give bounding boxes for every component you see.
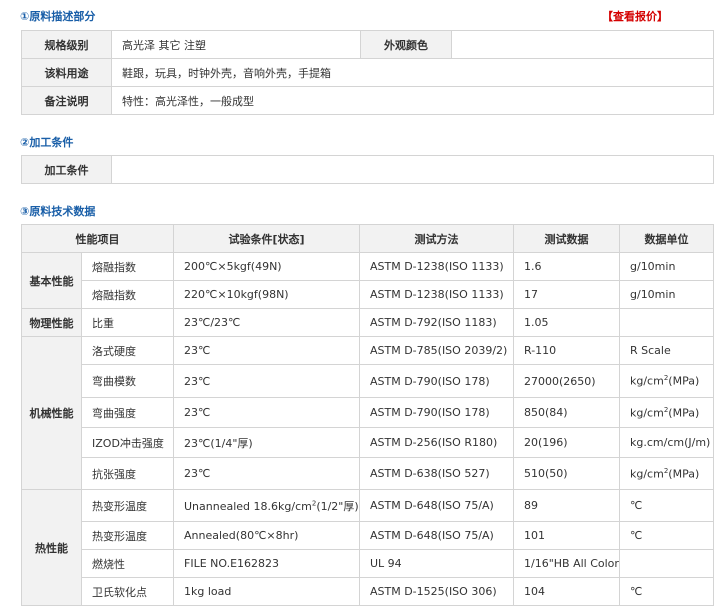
group-physical: 物理性能	[21, 308, 82, 337]
section3-title: ③原料技术数据	[20, 205, 96, 218]
header-value: 测试数据	[513, 224, 620, 253]
row-condition: 23℃	[173, 397, 360, 428]
color-value	[451, 30, 714, 59]
row-method: ASTM D-648(ISO 75/A)	[359, 521, 514, 550]
row-value: 89	[513, 489, 620, 522]
row-item: 比重	[81, 308, 174, 337]
group-basic: 基本性能	[21, 252, 82, 309]
row-method: ASTM D-638(ISO 527)	[359, 457, 514, 490]
row-value: 510(50)	[513, 457, 620, 490]
row-value: 20(196)	[513, 427, 620, 458]
row-value: 1/16"HB All Color	[513, 549, 620, 578]
row-item: 熔融指数	[81, 252, 174, 281]
row-condition: 23℃	[173, 457, 360, 490]
row-unit: R Scale	[619, 336, 714, 365]
note-value: 特性：高光泽性，一般成型	[111, 86, 714, 115]
row-value: 850(84)	[513, 397, 620, 428]
processing-label: 加工条件	[21, 155, 112, 184]
row-condition: 23℃	[173, 336, 360, 365]
use-value: 鞋跟，玩具，时钟外壳，音响外壳，手提箱	[111, 58, 714, 87]
row-unit: ℃	[619, 489, 714, 522]
row-item: 热变形温度	[81, 489, 174, 522]
row-item: 弯曲强度	[81, 397, 174, 428]
row-method: ASTM D-256(ISO R180)	[359, 427, 514, 458]
technical-data-table: 性能项目 试验条件[状态] 测试方法 测试数据 数据单位 基本性能 熔融指数 2…	[21, 224, 714, 606]
row-value: 17	[513, 280, 620, 309]
row-unit: g/10min	[619, 252, 714, 281]
spec-label: 规格级别	[21, 30, 112, 59]
header-property: 性能项目	[21, 224, 174, 253]
table-row: 物理性能 比重 23℃/23℃ ASTM D-792(ISO 1183) 1.0…	[21, 308, 714, 337]
row-item: 抗张强度	[81, 457, 174, 490]
row-value: 101	[513, 521, 620, 550]
table-row: 卫氏软化点 1kg load ASTM D-1525(ISO 306) 104 …	[22, 577, 714, 606]
quote-link[interactable]: 【查看报价】	[602, 8, 668, 24]
section1-title: ①原料描述部分	[20, 10, 96, 23]
table-row: 弯曲模数 23℃ ASTM D-790(ISO 178) 27000(2650)…	[22, 364, 714, 398]
row-condition: Unannealed 18.6kg/cm2(1/2"厚)	[173, 489, 360, 522]
row-unit: g/10min	[619, 280, 714, 309]
processing-conditions-table: 加工条件	[21, 155, 714, 184]
row-unit: kg/cm2(MPa)	[619, 397, 714, 428]
row-condition: FILE NO.E162823	[173, 549, 360, 578]
row-unit	[619, 549, 714, 578]
row-item: 熔融指数	[81, 280, 174, 309]
row-item: 热变形温度	[81, 521, 174, 550]
header-condition: 试验条件[状态]	[173, 224, 360, 253]
row-condition: 23℃(1/4"厚)	[173, 427, 360, 458]
row-method: ASTM D-1238(ISO 1133)	[359, 280, 514, 309]
table-row: 机械性能 洛式硬度 23℃ ASTM D-785(ISO 2039/2) R-1…	[21, 336, 714, 490]
row-condition: 200℃×5kgf(49N)	[173, 252, 360, 281]
row-value: R-110	[513, 336, 620, 365]
table-row: 燃烧性 FILE NO.E162823 UL 94 1/16"HB All Co…	[22, 549, 714, 578]
table-row: 基本性能 熔融指数 200℃×5kgf(49N) ASTM D-1238(ISO…	[21, 252, 714, 309]
row-value: 104	[513, 577, 620, 606]
row-unit: kg/cm2(MPa)	[619, 457, 714, 490]
row-method: ASTM D-1525(ISO 306)	[359, 577, 514, 606]
spec-value: 高光泽 其它 注塑	[111, 30, 361, 59]
row-unit: kg/cm2(MPa)	[619, 364, 714, 398]
row-value: 1.6	[513, 252, 620, 281]
color-label: 外观颜色	[360, 30, 452, 59]
row-value: 27000(2650)	[513, 364, 620, 398]
row-unit: ℃	[619, 577, 714, 606]
group-mechanical: 机械性能	[21, 336, 82, 490]
row-condition: Annealed(80℃×8hr)	[173, 521, 360, 550]
row-item: IZOD冲击强度	[81, 427, 174, 458]
table-row: 热变形温度 Annealed(80℃×8hr) ASTM D-648(ISO 7…	[22, 521, 714, 550]
section2-title: ②加工条件	[20, 136, 74, 149]
row-item: 洛式硬度	[81, 336, 174, 365]
row-item: 卫氏软化点	[81, 577, 174, 606]
row-method: ASTM D-790(ISO 178)	[359, 397, 514, 428]
row-unit: ℃	[619, 521, 714, 550]
table-row: 抗张强度 23℃ ASTM D-638(ISO 527) 510(50) kg/…	[22, 457, 714, 490]
row-condition: 1kg load	[173, 577, 360, 606]
row-method: ASTM D-790(ISO 178)	[359, 364, 514, 398]
row-method: ASTM D-792(ISO 1183)	[359, 308, 514, 337]
note-label: 备注说明	[21, 86, 112, 115]
row-method: ASTM D-785(ISO 2039/2)	[359, 336, 514, 365]
header-unit: 数据单位	[619, 224, 714, 253]
group-thermal: 热性能	[21, 489, 82, 606]
row-item: 燃烧性	[81, 549, 174, 578]
processing-value	[111, 155, 714, 184]
table-row: 弯曲强度 23℃ ASTM D-790(ISO 178) 850(84) kg/…	[22, 397, 714, 428]
row-method: ASTM D-648(ISO 75/A)	[359, 489, 514, 522]
row-unit: kg.cm/cm(J/m)	[619, 427, 714, 458]
material-description-table: 规格级别 高光泽 其它 注塑 外观颜色 该料用途 鞋跟，玩具，时钟外壳，音响外壳…	[21, 30, 714, 115]
use-label: 该料用途	[21, 58, 112, 87]
table-row: 熔融指数 220℃×10kgf(98N) ASTM D-1238(ISO 113…	[22, 280, 714, 309]
row-method: UL 94	[359, 549, 514, 578]
row-item: 弯曲模数	[81, 364, 174, 398]
table-row: 热性能 热变形温度 Unannealed 18.6kg/cm2(1/2"厚) A…	[21, 489, 714, 606]
row-condition: 23℃	[173, 364, 360, 398]
row-condition: 220℃×10kgf(98N)	[173, 280, 360, 309]
row-unit	[619, 308, 714, 337]
header-method: 测试方法	[359, 224, 514, 253]
row-method: ASTM D-1238(ISO 1133)	[359, 252, 514, 281]
row-condition: 23℃/23℃	[173, 308, 360, 337]
table-row: IZOD冲击强度 23℃(1/4"厚) ASTM D-256(ISO R180)…	[22, 427, 714, 458]
row-value: 1.05	[513, 308, 620, 337]
